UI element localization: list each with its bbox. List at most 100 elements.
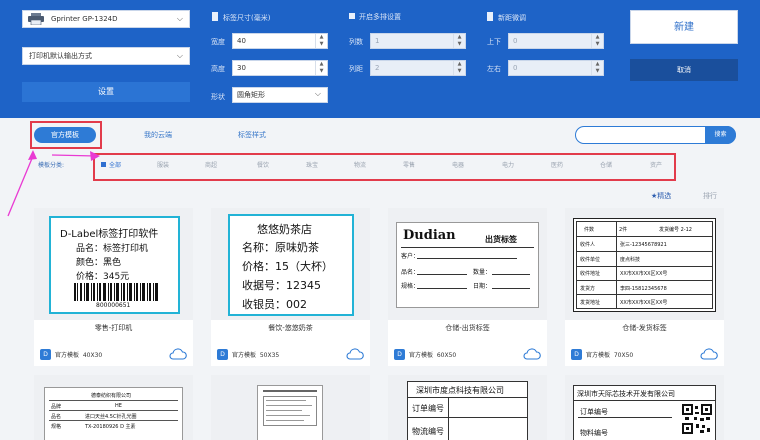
card-thumbnail: Dudian 出货标签 客户： 品名： 数量： 规格： 日期： <box>388 208 547 320</box>
chevron-down-icon: ⌵ <box>176 14 183 23</box>
height-input[interactable]: 30 ▲ ▼ <box>232 60 328 76</box>
offset-heading: 新距微调 <box>487 12 526 23</box>
category-assets[interactable]: 资产 <box>650 161 662 171</box>
cloud-icon[interactable] <box>346 348 364 360</box>
label-text: 德泰纺织有限公司 <box>91 393 132 399</box>
category-appliance[interactable]: 电器 <box>452 161 464 171</box>
template-card[interactable]: D-Label标签打印软件 品名：标签打印机 颜色：黑色 价格：345元 800… <box>34 208 193 366</box>
category-logistics[interactable]: 物流 <box>354 161 366 171</box>
label-text: 品牌 <box>51 404 62 410</box>
label-text: 深圳市天际芯技术开发有限公司 <box>577 390 675 398</box>
card-source: 官方模板 40X30 <box>55 352 103 359</box>
label-text: 张三-12345678921 <box>620 242 667 248</box>
chevron-down-icon: ⌵ <box>176 51 183 60</box>
search-input[interactable]: 搜索 <box>575 126 736 144</box>
width-label: 宽度 <box>211 38 225 46</box>
tab-my-cloud[interactable]: 我的云端 <box>132 127 184 143</box>
category-retail[interactable]: 零售 <box>403 161 415 171</box>
divider <box>49 410 178 411</box>
stepper-arrows-icon[interactable]: ▲ ▼ <box>315 61 327 75</box>
barcode-number: 800000651 <box>96 302 131 309</box>
category-power[interactable]: 电力 <box>502 161 514 171</box>
label-text: 名称：原味奶茶 <box>242 241 319 254</box>
stepper-arrows-icon[interactable]: ▲ ▼ <box>453 34 465 48</box>
label-text: 规格 <box>51 424 62 430</box>
cols-value: 1 <box>375 37 380 45</box>
source-logo-icon: D <box>571 349 582 360</box>
settings-panel: Gprinter GP-1324D ⌵ 打印机默认输出方式 ⌵ 设置 标签尺寸(… <box>0 0 760 118</box>
stepper-arrows-icon[interactable]: ▲ ▼ <box>453 61 465 75</box>
size-heading: 标签尺寸(毫米) <box>212 12 270 23</box>
tab-label-styles[interactable]: 标签样式 <box>226 127 278 143</box>
template-card[interactable]: 件数 2件 发货编号 2-12 收件人 张三-12345678921 收件单位 … <box>565 208 724 366</box>
label-text: 物料编号 <box>580 429 608 437</box>
printer-select[interactable]: Gprinter GP-1324D ⌵ <box>22 10 190 28</box>
template-card[interactable]: 悠悠奶茶店 名称：原味奶茶 价格：15（大杯） 收据号：12345 收银员：00… <box>211 208 370 366</box>
cloud-icon[interactable] <box>169 348 187 360</box>
cancel-button[interactable]: 取消 <box>630 59 738 81</box>
sort-featured[interactable]: ★精选 <box>651 191 671 201</box>
label-text: TX-20180926 D 主素 <box>85 424 136 430</box>
card-footer: D 官方模板 40X30 <box>40 347 187 363</box>
label-text: 物流编号 <box>412 427 444 436</box>
settings-button[interactable]: 设置 <box>22 82 190 102</box>
lr-label: 左右 <box>487 65 501 73</box>
label-text: 悠悠奶茶店 <box>257 223 312 236</box>
width-value: 40 <box>237 37 246 45</box>
label-text: 订单编号 <box>580 408 608 416</box>
divider <box>49 420 178 421</box>
category-catering[interactable]: 餐饮 <box>257 161 269 171</box>
category-pharma[interactable]: 医药 <box>551 161 563 171</box>
cols-input[interactable]: 1 ▲ ▼ <box>370 33 466 49</box>
stepper-arrows-icon[interactable]: ▲ ▼ <box>591 61 603 75</box>
template-card[interactable]: 深圳市度点科技有限公司 订单编号 物流编号 <box>388 375 547 440</box>
print-mode-select[interactable]: 打印机默认输出方式 ⌵ <box>22 47 190 65</box>
ud-input[interactable]: 0 ▲ ▼ <box>508 33 604 49</box>
card-thumbnail: 悠悠奶茶店 名称：原味奶茶 价格：15（大杯） 收据号：12345 收银员：00… <box>211 208 370 320</box>
divider <box>401 247 534 248</box>
colgap-label: 列距 <box>349 65 363 73</box>
template-card[interactable]: 深圳市天际芯技术开发有限公司 订单编号 物料编号 <box>565 375 724 440</box>
label-text: 收件单位 <box>580 257 601 263</box>
category-warehouse[interactable]: 仓储 <box>600 161 612 171</box>
printer-name: Gprinter GP-1324D <box>51 15 118 23</box>
card-title: 餐饮-悠悠奶茶 <box>268 324 313 332</box>
label-text: XX市XX市XX区XX号 <box>620 271 668 277</box>
template-card[interactable]: Dudian 出货标签 客户： 品名： 数量： 规格： 日期： 仓储-出货标签 … <box>388 208 547 366</box>
template-card[interactable]: 德泰纺织有限公司 品牌 HE 品名 进口天丝4.5C针孔光圈 规格 TX-201… <box>34 375 193 440</box>
category-jewelry[interactable]: 珠宝 <box>306 161 318 171</box>
label-preview <box>257 385 323 440</box>
label-text: 价格：15（大杯） <box>242 260 333 273</box>
stepper-arrows-icon[interactable]: ▲ ▼ <box>315 34 327 48</box>
label-text: 颜色：黑色 <box>76 258 122 268</box>
divider <box>49 400 178 401</box>
cloud-icon[interactable] <box>523 348 541 360</box>
brand-logo: Dudian <box>403 228 456 243</box>
field-line <box>417 274 467 275</box>
card-footer: D 官方模板 50X35 <box>217 347 364 363</box>
category-apparel[interactable]: 服装 <box>157 161 169 171</box>
checkbox[interactable] <box>349 13 355 19</box>
label-preview: Dudian 出货标签 客户： 品名： 数量： 规格： 日期： <box>396 222 539 308</box>
field-line <box>492 288 530 289</box>
stepper-arrows-icon[interactable]: ▲ ▼ <box>591 34 603 48</box>
label-text: XX市XX市XX区XX号 <box>620 300 668 306</box>
label-text: 数量： <box>473 269 492 276</box>
lr-input[interactable]: 0 ▲ ▼ <box>508 60 604 76</box>
cloud-icon[interactable] <box>700 348 718 360</box>
card-source: 官方模板 60X50 <box>409 352 457 359</box>
template-card[interactable] <box>211 375 370 440</box>
cols-label: 列数 <box>349 38 363 46</box>
label-text: 收据号：12345 <box>242 279 321 292</box>
search-button[interactable]: 搜索 <box>705 126 736 144</box>
label-text: 品名 <box>51 414 62 420</box>
shape-value: 圆角矩形 <box>237 91 265 99</box>
category-supermarket[interactable]: 商超 <box>205 161 217 171</box>
sort-rank[interactable]: 排行 <box>703 191 717 201</box>
new-button[interactable]: 新建 <box>630 10 738 44</box>
colgap-input[interactable]: 2 ▲ ▼ <box>370 60 466 76</box>
width-input[interactable]: 40 ▲ ▼ <box>232 33 328 49</box>
shape-select[interactable]: 圆角矩形 ⌵ <box>232 87 328 103</box>
label-preview: 深圳市度点科技有限公司 订单编号 物流编号 <box>407 381 528 440</box>
table-grid <box>576 221 713 309</box>
